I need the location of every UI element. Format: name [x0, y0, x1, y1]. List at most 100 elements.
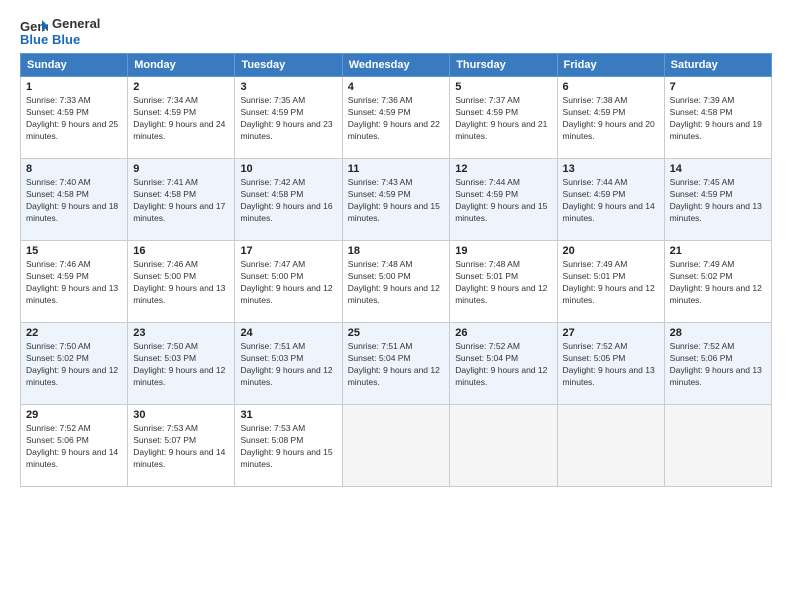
day-number: 28 [670, 327, 766, 339]
day-info: Sunrise: 7:36 AM Sunset: 4:59 PM Dayligh… [348, 95, 445, 143]
logo-icon: General Blue [20, 18, 48, 46]
day-info: Sunrise: 7:51 AM Sunset: 5:03 PM Dayligh… [240, 341, 336, 389]
calendar-cell: 9 Sunrise: 7:41 AM Sunset: 4:58 PM Dayli… [128, 159, 235, 241]
calendar-cell: 24 Sunrise: 7:51 AM Sunset: 5:03 PM Dayl… [235, 323, 342, 405]
day-info: Sunrise: 7:53 AM Sunset: 5:07 PM Dayligh… [133, 423, 229, 471]
day-number: 21 [670, 245, 766, 257]
calendar-cell [342, 405, 450, 487]
calendar-cell: 30 Sunrise: 7:53 AM Sunset: 5:07 PM Dayl… [128, 405, 235, 487]
header-saturday: Saturday [664, 54, 771, 77]
day-number: 11 [348, 163, 445, 175]
calendar-cell: 29 Sunrise: 7:52 AM Sunset: 5:06 PM Dayl… [21, 405, 128, 487]
calendar-cell: 25 Sunrise: 7:51 AM Sunset: 5:04 PM Dayl… [342, 323, 450, 405]
day-info: Sunrise: 7:42 AM Sunset: 4:58 PM Dayligh… [240, 177, 336, 225]
day-info: Sunrise: 7:48 AM Sunset: 5:00 PM Dayligh… [348, 259, 445, 307]
calendar-cell: 7 Sunrise: 7:39 AM Sunset: 4:58 PM Dayli… [664, 77, 771, 159]
header-tuesday: Tuesday [235, 54, 342, 77]
calendar-cell: 3 Sunrise: 7:35 AM Sunset: 4:59 PM Dayli… [235, 77, 342, 159]
calendar-cell: 28 Sunrise: 7:52 AM Sunset: 5:06 PM Dayl… [664, 323, 771, 405]
day-info: Sunrise: 7:41 AM Sunset: 4:58 PM Dayligh… [133, 177, 229, 225]
logo: General Blue General Blue [20, 16, 100, 47]
day-number: 10 [240, 163, 336, 175]
logo-general: General [52, 16, 100, 32]
day-number: 26 [455, 327, 551, 339]
calendar-cell: 31 Sunrise: 7:53 AM Sunset: 5:08 PM Dayl… [235, 405, 342, 487]
calendar-cell: 17 Sunrise: 7:47 AM Sunset: 5:00 PM Dayl… [235, 241, 342, 323]
day-number: 5 [455, 81, 551, 93]
day-info: Sunrise: 7:52 AM Sunset: 5:04 PM Dayligh… [455, 341, 551, 389]
calendar-cell: 12 Sunrise: 7:44 AM Sunset: 4:59 PM Dayl… [450, 159, 557, 241]
calendar-cell: 23 Sunrise: 7:50 AM Sunset: 5:03 PM Dayl… [128, 323, 235, 405]
day-number: 8 [26, 163, 122, 175]
day-number: 12 [455, 163, 551, 175]
header-monday: Monday [128, 54, 235, 77]
calendar-cell: 6 Sunrise: 7:38 AM Sunset: 4:59 PM Dayli… [557, 77, 664, 159]
day-info: Sunrise: 7:48 AM Sunset: 5:01 PM Dayligh… [455, 259, 551, 307]
day-info: Sunrise: 7:37 AM Sunset: 4:59 PM Dayligh… [455, 95, 551, 143]
day-info: Sunrise: 7:34 AM Sunset: 4:59 PM Dayligh… [133, 95, 229, 143]
calendar-header-row: SundayMondayTuesdayWednesdayThursdayFrid… [21, 54, 772, 77]
day-info: Sunrise: 7:52 AM Sunset: 5:06 PM Dayligh… [670, 341, 766, 389]
calendar-cell: 22 Sunrise: 7:50 AM Sunset: 5:02 PM Dayl… [21, 323, 128, 405]
day-info: Sunrise: 7:39 AM Sunset: 4:58 PM Dayligh… [670, 95, 766, 143]
calendar-cell: 14 Sunrise: 7:45 AM Sunset: 4:59 PM Dayl… [664, 159, 771, 241]
header-thursday: Thursday [450, 54, 557, 77]
calendar-week-1: 1 Sunrise: 7:33 AM Sunset: 4:59 PM Dayli… [21, 77, 772, 159]
calendar-table: SundayMondayTuesdayWednesdayThursdayFrid… [20, 53, 772, 487]
calendar-cell: 5 Sunrise: 7:37 AM Sunset: 4:59 PM Dayli… [450, 77, 557, 159]
day-info: Sunrise: 7:46 AM Sunset: 4:59 PM Dayligh… [26, 259, 122, 307]
day-number: 22 [26, 327, 122, 339]
day-info: Sunrise: 7:44 AM Sunset: 4:59 PM Dayligh… [563, 177, 659, 225]
day-info: Sunrise: 7:40 AM Sunset: 4:58 PM Dayligh… [26, 177, 122, 225]
day-number: 4 [348, 81, 445, 93]
day-number: 2 [133, 81, 229, 93]
day-info: Sunrise: 7:44 AM Sunset: 4:59 PM Dayligh… [455, 177, 551, 225]
day-number: 20 [563, 245, 659, 257]
day-number: 15 [26, 245, 122, 257]
day-number: 17 [240, 245, 336, 257]
calendar-cell: 8 Sunrise: 7:40 AM Sunset: 4:58 PM Dayli… [21, 159, 128, 241]
day-info: Sunrise: 7:33 AM Sunset: 4:59 PM Dayligh… [26, 95, 122, 143]
day-number: 14 [670, 163, 766, 175]
header-wednesday: Wednesday [342, 54, 450, 77]
day-number: 16 [133, 245, 229, 257]
day-number: 6 [563, 81, 659, 93]
calendar-cell: 1 Sunrise: 7:33 AM Sunset: 4:59 PM Dayli… [21, 77, 128, 159]
day-info: Sunrise: 7:35 AM Sunset: 4:59 PM Dayligh… [240, 95, 336, 143]
calendar-cell: 2 Sunrise: 7:34 AM Sunset: 4:59 PM Dayli… [128, 77, 235, 159]
day-info: Sunrise: 7:47 AM Sunset: 5:00 PM Dayligh… [240, 259, 336, 307]
calendar-cell: 11 Sunrise: 7:43 AM Sunset: 4:59 PM Dayl… [342, 159, 450, 241]
calendar-cell: 16 Sunrise: 7:46 AM Sunset: 5:00 PM Dayl… [128, 241, 235, 323]
calendar-week-4: 22 Sunrise: 7:50 AM Sunset: 5:02 PM Dayl… [21, 323, 772, 405]
day-info: Sunrise: 7:51 AM Sunset: 5:04 PM Dayligh… [348, 341, 445, 389]
calendar-cell: 18 Sunrise: 7:48 AM Sunset: 5:00 PM Dayl… [342, 241, 450, 323]
day-number: 27 [563, 327, 659, 339]
calendar-cell [664, 405, 771, 487]
logo-blue: Blue [52, 32, 100, 48]
calendar-cell: 26 Sunrise: 7:52 AM Sunset: 5:04 PM Dayl… [450, 323, 557, 405]
day-info: Sunrise: 7:52 AM Sunset: 5:06 PM Dayligh… [26, 423, 122, 471]
calendar-week-2: 8 Sunrise: 7:40 AM Sunset: 4:58 PM Dayli… [21, 159, 772, 241]
day-info: Sunrise: 7:53 AM Sunset: 5:08 PM Dayligh… [240, 423, 336, 471]
calendar-cell [450, 405, 557, 487]
day-info: Sunrise: 7:49 AM Sunset: 5:01 PM Dayligh… [563, 259, 659, 307]
header-friday: Friday [557, 54, 664, 77]
day-info: Sunrise: 7:50 AM Sunset: 5:03 PM Dayligh… [133, 341, 229, 389]
day-info: Sunrise: 7:49 AM Sunset: 5:02 PM Dayligh… [670, 259, 766, 307]
calendar-week-3: 15 Sunrise: 7:46 AM Sunset: 4:59 PM Dayl… [21, 241, 772, 323]
page: General Blue General Blue SundayMondayTu… [0, 0, 792, 612]
day-info: Sunrise: 7:45 AM Sunset: 4:59 PM Dayligh… [670, 177, 766, 225]
day-number: 18 [348, 245, 445, 257]
svg-text:Blue: Blue [20, 32, 48, 46]
calendar-cell: 13 Sunrise: 7:44 AM Sunset: 4:59 PM Dayl… [557, 159, 664, 241]
day-info: Sunrise: 7:46 AM Sunset: 5:00 PM Dayligh… [133, 259, 229, 307]
calendar-cell: 21 Sunrise: 7:49 AM Sunset: 5:02 PM Dayl… [664, 241, 771, 323]
day-info: Sunrise: 7:38 AM Sunset: 4:59 PM Dayligh… [563, 95, 659, 143]
day-number: 19 [455, 245, 551, 257]
day-number: 13 [563, 163, 659, 175]
day-number: 9 [133, 163, 229, 175]
calendar-cell: 4 Sunrise: 7:36 AM Sunset: 4:59 PM Dayli… [342, 77, 450, 159]
calendar-cell: 15 Sunrise: 7:46 AM Sunset: 4:59 PM Dayl… [21, 241, 128, 323]
day-number: 29 [26, 409, 122, 421]
calendar-cell [557, 405, 664, 487]
